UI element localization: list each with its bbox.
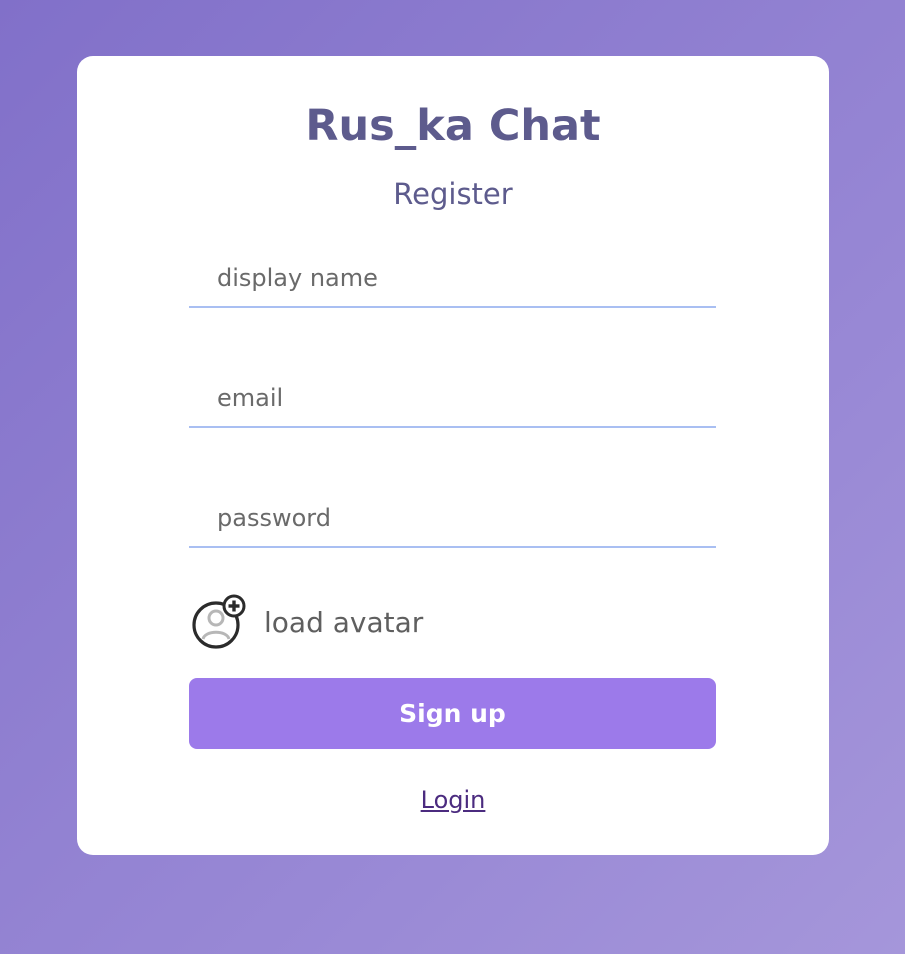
login-link[interactable]: Login — [77, 786, 829, 814]
app-title: Rus_ka Chat — [305, 101, 601, 151]
load-avatar-label: load avatar — [264, 605, 424, 639]
add-avatar-icon[interactable] — [191, 594, 247, 650]
sign-up-button[interactable]: Sign up — [189, 678, 716, 749]
email-input[interactable] — [189, 370, 716, 428]
display-name-input[interactable] — [189, 250, 716, 308]
load-avatar-control[interactable]: load avatar — [191, 594, 423, 650]
form-subtitle: Register — [393, 177, 513, 211]
password-input[interactable] — [189, 490, 716, 548]
register-card: Rus_ka Chat Register load avatar Sign up… — [77, 56, 829, 855]
